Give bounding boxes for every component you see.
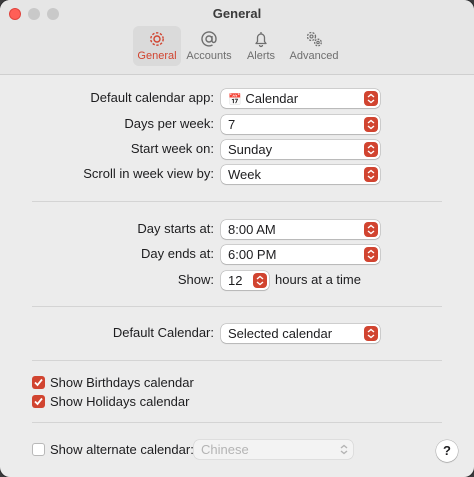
- checkmark-icon: [34, 378, 43, 387]
- chevron-updown-icon: [364, 91, 378, 106]
- hours-at-a-time-label: hours at a time: [275, 272, 361, 287]
- window-title: General: [212, 6, 262, 21]
- chevron-updown-icon: [364, 326, 378, 341]
- default-calendar-label: Default Calendar:: [112, 325, 214, 340]
- section-divider: [32, 422, 442, 423]
- default-calendar-app-popup[interactable]: 📅 Calendar: [221, 89, 380, 108]
- show-hours-label: Show:: [177, 272, 214, 287]
- scroll-week-view-value: Week: [228, 167, 261, 182]
- start-week-on-value: Sunday: [228, 142, 273, 157]
- alternate-calendar-value: Chinese: [201, 442, 249, 457]
- scroll-week-view-label: Scroll in week view by:: [83, 166, 214, 181]
- chevron-updown-icon: [364, 247, 378, 262]
- help-button[interactable]: ?: [436, 440, 458, 462]
- tab-alerts[interactable]: Alerts: [242, 26, 280, 66]
- scroll-week-view-popup[interactable]: Week: [221, 165, 380, 184]
- chevron-updown-icon: [364, 222, 378, 237]
- day-starts-at-value: 8:00 AM: [228, 222, 276, 237]
- day-ends-at-label: Day ends at:: [141, 246, 214, 261]
- tab-alerts-label: Alerts: [246, 50, 276, 62]
- day-ends-at-popup[interactable]: 6:00 PM: [221, 245, 380, 264]
- gears-icon: [304, 30, 324, 48]
- show-alternate-calendar-label[interactable]: Show alternate calendar:: [50, 442, 194, 457]
- chevron-updown-icon: [364, 142, 378, 157]
- show-hours-popup[interactable]: 12: [221, 271, 269, 290]
- tab-advanced-label: Advanced: [289, 50, 339, 62]
- default-calendar-value: Selected calendar: [228, 326, 333, 341]
- show-holidays-checkbox[interactable]: [32, 395, 45, 408]
- section-divider: [32, 306, 442, 307]
- default-calendar-app-label: Default calendar app:: [90, 90, 214, 105]
- calendar-app-icon: 📅: [228, 94, 242, 106]
- at-sign-icon: [199, 30, 219, 48]
- toolbar: General General Accounts Alerts Advanced: [0, 0, 474, 75]
- day-starts-at-label: Day starts at:: [137, 221, 214, 236]
- tab-advanced[interactable]: Advanced: [288, 26, 340, 66]
- days-per-week-label: Days per week:: [124, 116, 214, 131]
- preferences-window: General General Accounts Alerts Advanced…: [0, 0, 474, 477]
- days-per-week-popup[interactable]: 7: [221, 115, 380, 134]
- tab-general[interactable]: General: [133, 26, 181, 66]
- show-holidays-label[interactable]: Show Holidays calendar: [50, 394, 189, 409]
- checkmark-icon: [34, 397, 43, 406]
- start-week-on-label: Start week on:: [130, 141, 214, 156]
- gear-icon: [147, 30, 167, 48]
- default-calendar-popup[interactable]: Selected calendar: [221, 324, 380, 343]
- start-week-on-popup[interactable]: Sunday: [221, 140, 380, 159]
- chevron-updown-icon: [364, 167, 378, 182]
- day-starts-at-popup[interactable]: 8:00 AM: [221, 220, 380, 239]
- show-alternate-calendar-checkbox[interactable]: [32, 443, 45, 456]
- show-birthdays-checkbox[interactable]: [32, 376, 45, 389]
- default-calendar-app-value: Calendar: [245, 91, 299, 106]
- chevron-updown-icon: [364, 117, 378, 132]
- tab-general-label: General: [137, 50, 177, 62]
- show-birthdays-label[interactable]: Show Birthdays calendar: [50, 375, 194, 390]
- chevron-updown-icon: [253, 273, 267, 288]
- days-per-week-value: 7: [228, 117, 236, 132]
- tab-accounts-label: Accounts: [186, 50, 232, 62]
- section-divider: [32, 360, 442, 361]
- show-hours-value: 12: [228, 273, 243, 288]
- chevron-updown-icon: [337, 442, 351, 457]
- day-ends-at-value: 6:00 PM: [228, 247, 277, 262]
- alternate-calendar-popup[interactable]: Chinese: [194, 440, 353, 459]
- section-divider: [32, 201, 442, 202]
- tab-accounts[interactable]: Accounts: [184, 26, 234, 66]
- bell-icon: [251, 30, 271, 48]
